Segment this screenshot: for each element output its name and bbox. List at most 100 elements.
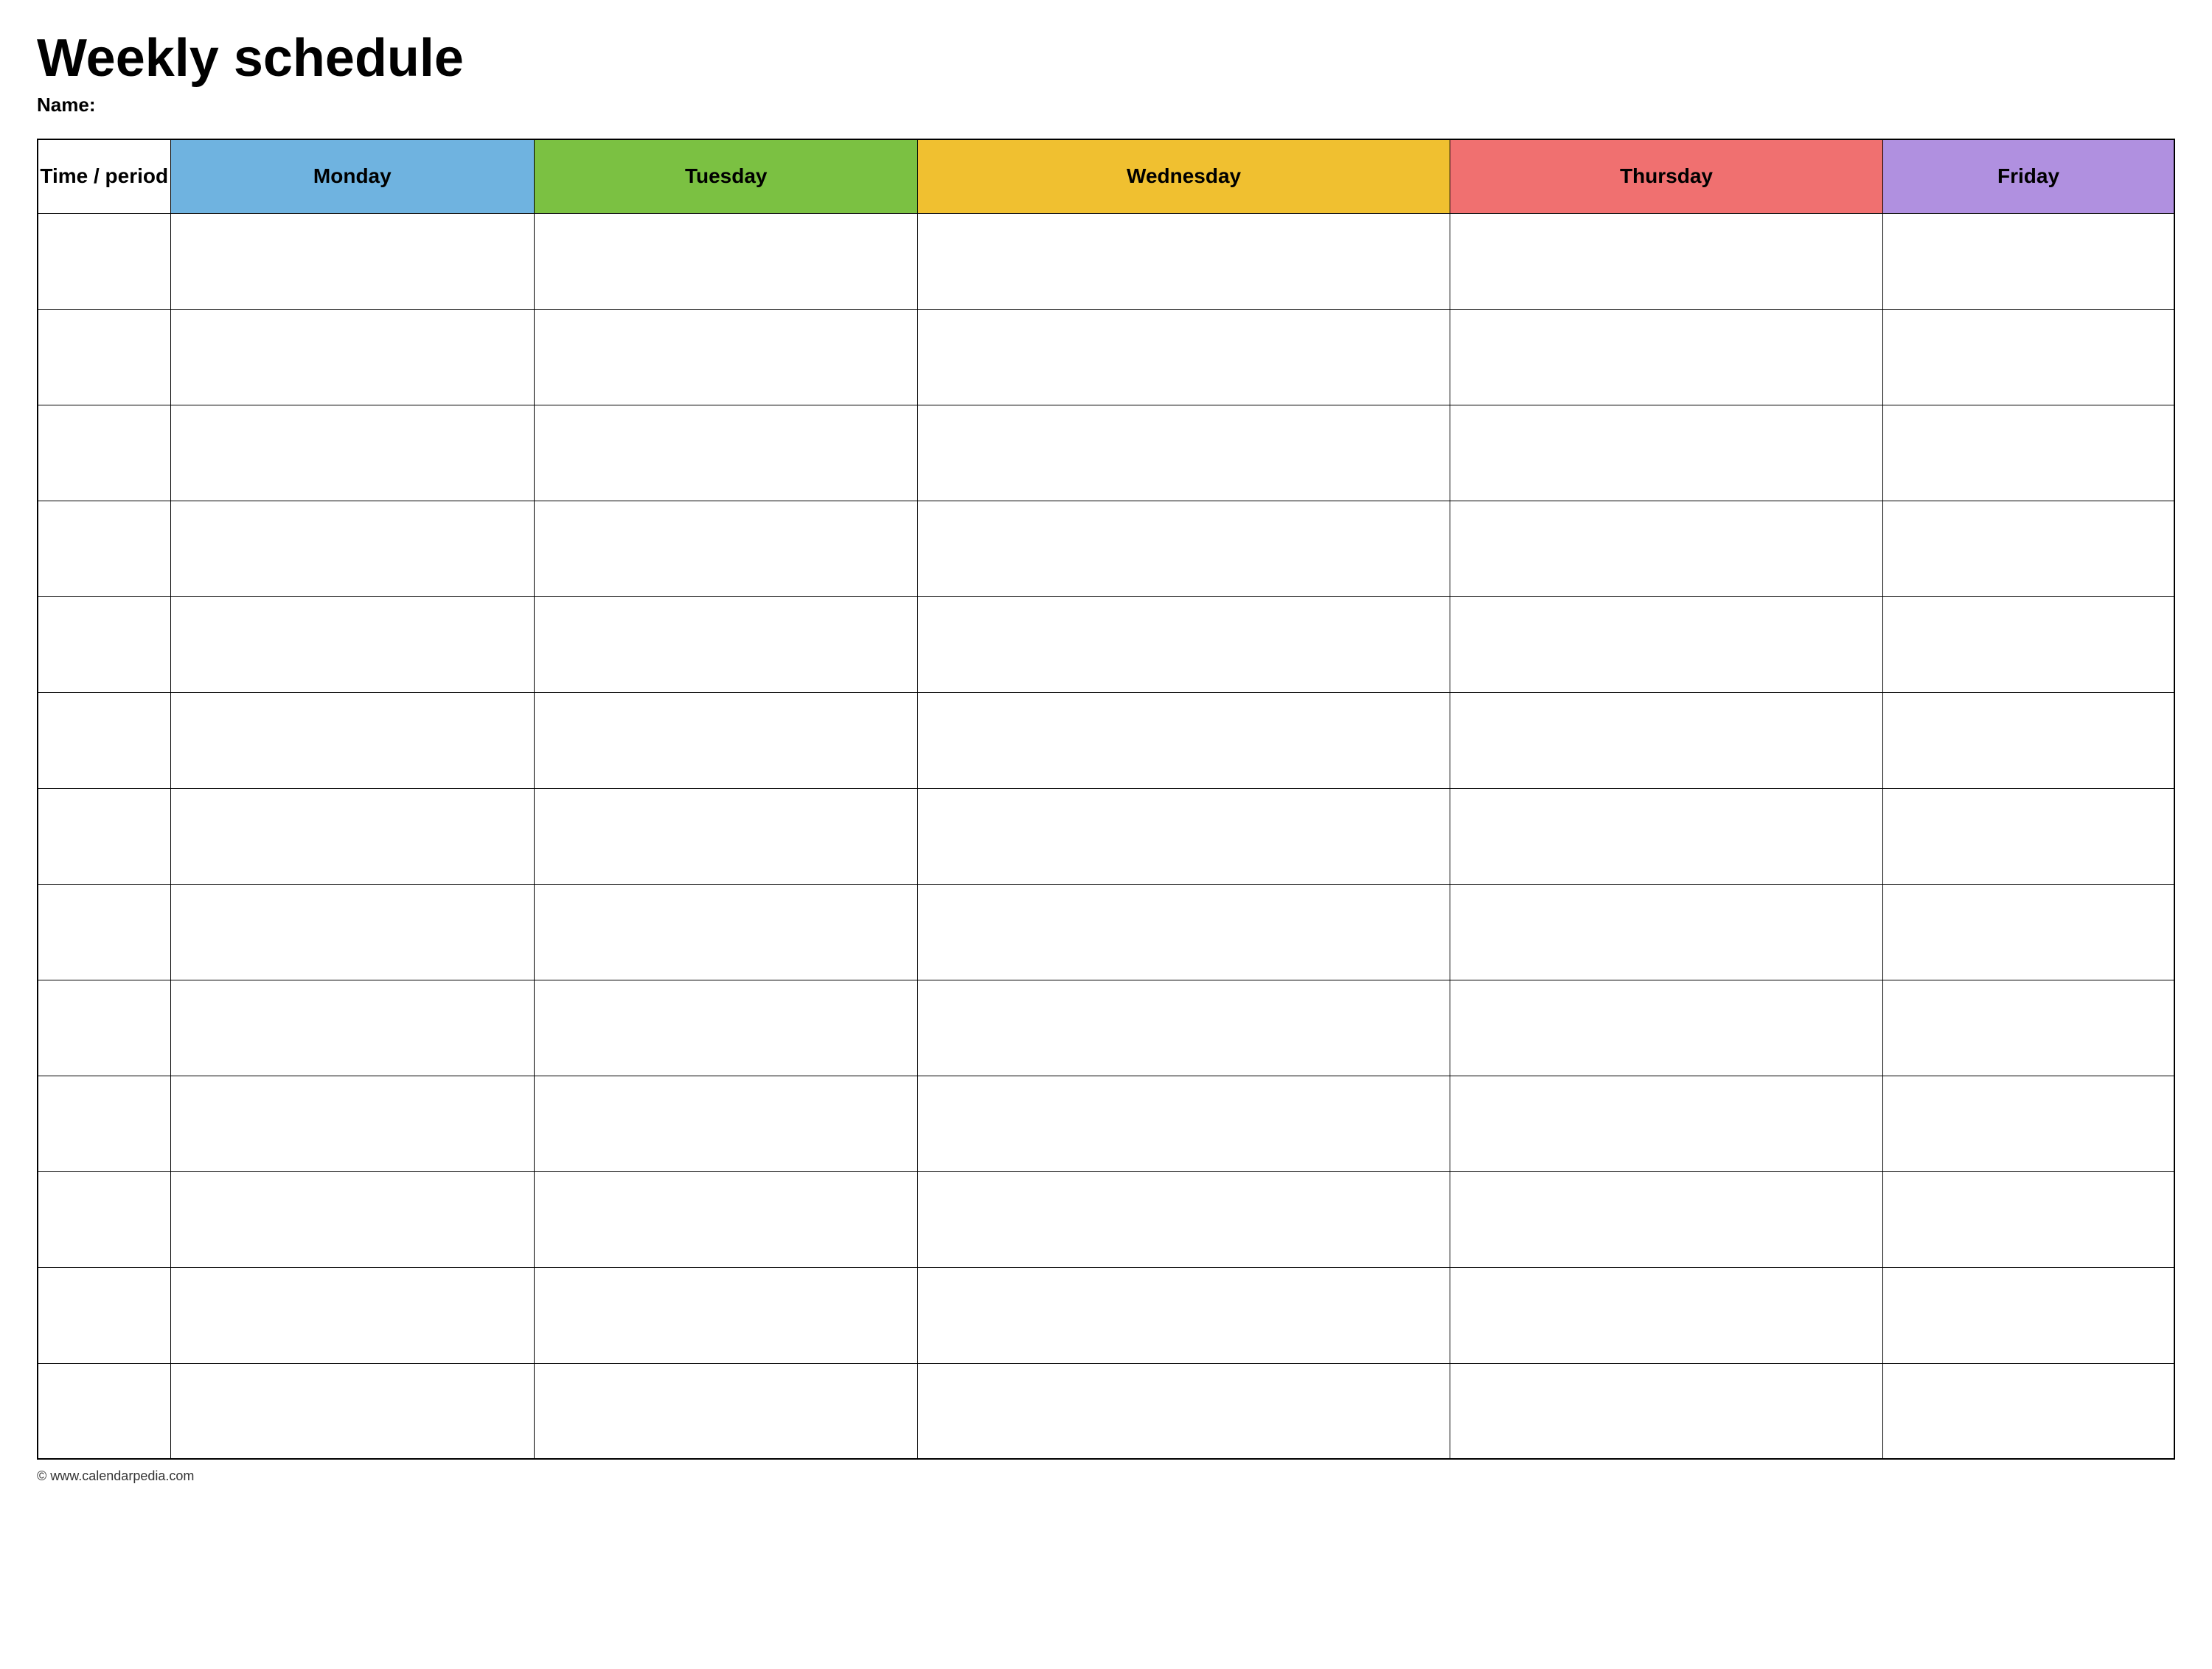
day-cell[interactable]: [535, 405, 918, 501]
table-row: [38, 213, 2174, 309]
friday-header: Friday: [1883, 139, 2174, 213]
day-cell[interactable]: [1450, 1171, 1882, 1267]
day-cell[interactable]: [535, 1171, 918, 1267]
name-label: Name:: [37, 94, 2175, 116]
time-cell[interactable]: [38, 309, 170, 405]
table-row: [38, 1363, 2174, 1459]
day-cell[interactable]: [918, 788, 1450, 884]
day-cell[interactable]: [1450, 405, 1882, 501]
time-cell[interactable]: [38, 405, 170, 501]
time-cell[interactable]: [38, 1076, 170, 1171]
tuesday-header: Tuesday: [535, 139, 918, 213]
schedule-table: Time / period Monday Tuesday Wednesday T…: [37, 139, 2175, 1460]
day-cell[interactable]: [535, 309, 918, 405]
day-cell[interactable]: [535, 788, 918, 884]
time-cell[interactable]: [38, 692, 170, 788]
day-cell[interactable]: [918, 1363, 1450, 1459]
day-cell[interactable]: [918, 213, 1450, 309]
table-row: [38, 1076, 2174, 1171]
day-cell[interactable]: [170, 405, 535, 501]
day-cell[interactable]: [918, 405, 1450, 501]
day-cell[interactable]: [1883, 501, 2174, 596]
day-cell[interactable]: [1450, 1363, 1882, 1459]
day-cell[interactable]: [1883, 405, 2174, 501]
day-cell[interactable]: [1450, 788, 1882, 884]
time-cell[interactable]: [38, 788, 170, 884]
table-row: [38, 596, 2174, 692]
table-row: [38, 405, 2174, 501]
day-cell[interactable]: [1883, 1171, 2174, 1267]
day-cell[interactable]: [918, 1076, 1450, 1171]
monday-header: Monday: [170, 139, 535, 213]
day-cell[interactable]: [1883, 692, 2174, 788]
table-row: [38, 788, 2174, 884]
day-cell[interactable]: [1450, 213, 1882, 309]
table-row: [38, 692, 2174, 788]
table-row: [38, 884, 2174, 980]
day-cell[interactable]: [535, 1076, 918, 1171]
day-cell[interactable]: [1883, 213, 2174, 309]
time-cell[interactable]: [38, 1267, 170, 1363]
day-cell[interactable]: [1883, 980, 2174, 1076]
table-row: [38, 980, 2174, 1076]
day-cell[interactable]: [170, 788, 535, 884]
time-cell[interactable]: [38, 501, 170, 596]
day-cell[interactable]: [1883, 596, 2174, 692]
day-cell[interactable]: [170, 692, 535, 788]
table-row: [38, 1267, 2174, 1363]
table-row: [38, 501, 2174, 596]
page-title: Weekly schedule: [37, 29, 2175, 88]
day-cell[interactable]: [1883, 1267, 2174, 1363]
day-cell[interactable]: [170, 1076, 535, 1171]
footer-text: © www.calendarpedia.com: [37, 1468, 2175, 1484]
day-cell[interactable]: [170, 501, 535, 596]
day-cell[interactable]: [1450, 1076, 1882, 1171]
day-cell[interactable]: [918, 501, 1450, 596]
wednesday-header: Wednesday: [918, 139, 1450, 213]
day-cell[interactable]: [918, 1171, 1450, 1267]
time-cell[interactable]: [38, 213, 170, 309]
day-cell[interactable]: [170, 884, 535, 980]
day-cell[interactable]: [1883, 1076, 2174, 1171]
day-cell[interactable]: [535, 1267, 918, 1363]
time-cell[interactable]: [38, 980, 170, 1076]
day-cell[interactable]: [535, 980, 918, 1076]
day-cell[interactable]: [918, 980, 1450, 1076]
day-cell[interactable]: [918, 884, 1450, 980]
day-cell[interactable]: [1450, 692, 1882, 788]
time-period-header: Time / period: [38, 139, 170, 213]
day-cell[interactable]: [1883, 788, 2174, 884]
day-cell[interactable]: [170, 1363, 535, 1459]
day-cell[interactable]: [1883, 1363, 2174, 1459]
day-cell[interactable]: [918, 692, 1450, 788]
day-cell[interactable]: [1450, 596, 1882, 692]
day-cell[interactable]: [535, 596, 918, 692]
day-cell[interactable]: [1450, 501, 1882, 596]
time-cell[interactable]: [38, 596, 170, 692]
day-cell[interactable]: [170, 596, 535, 692]
day-cell[interactable]: [1450, 884, 1882, 980]
time-cell[interactable]: [38, 1363, 170, 1459]
day-cell[interactable]: [170, 980, 535, 1076]
day-cell[interactable]: [535, 692, 918, 788]
day-cell[interactable]: [535, 884, 918, 980]
day-cell[interactable]: [535, 501, 918, 596]
day-cell[interactable]: [170, 213, 535, 309]
day-cell[interactable]: [918, 309, 1450, 405]
day-cell[interactable]: [170, 309, 535, 405]
day-cell[interactable]: [918, 596, 1450, 692]
thursday-header: Thursday: [1450, 139, 1882, 213]
day-cell[interactable]: [1450, 980, 1882, 1076]
day-cell[interactable]: [918, 1267, 1450, 1363]
day-cell[interactable]: [1450, 309, 1882, 405]
day-cell[interactable]: [535, 1363, 918, 1459]
day-cell[interactable]: [170, 1171, 535, 1267]
day-cell[interactable]: [170, 1267, 535, 1363]
day-cell[interactable]: [535, 213, 918, 309]
time-cell[interactable]: [38, 1171, 170, 1267]
day-cell[interactable]: [1883, 884, 2174, 980]
table-row: [38, 1171, 2174, 1267]
day-cell[interactable]: [1450, 1267, 1882, 1363]
time-cell[interactable]: [38, 884, 170, 980]
day-cell[interactable]: [1883, 309, 2174, 405]
